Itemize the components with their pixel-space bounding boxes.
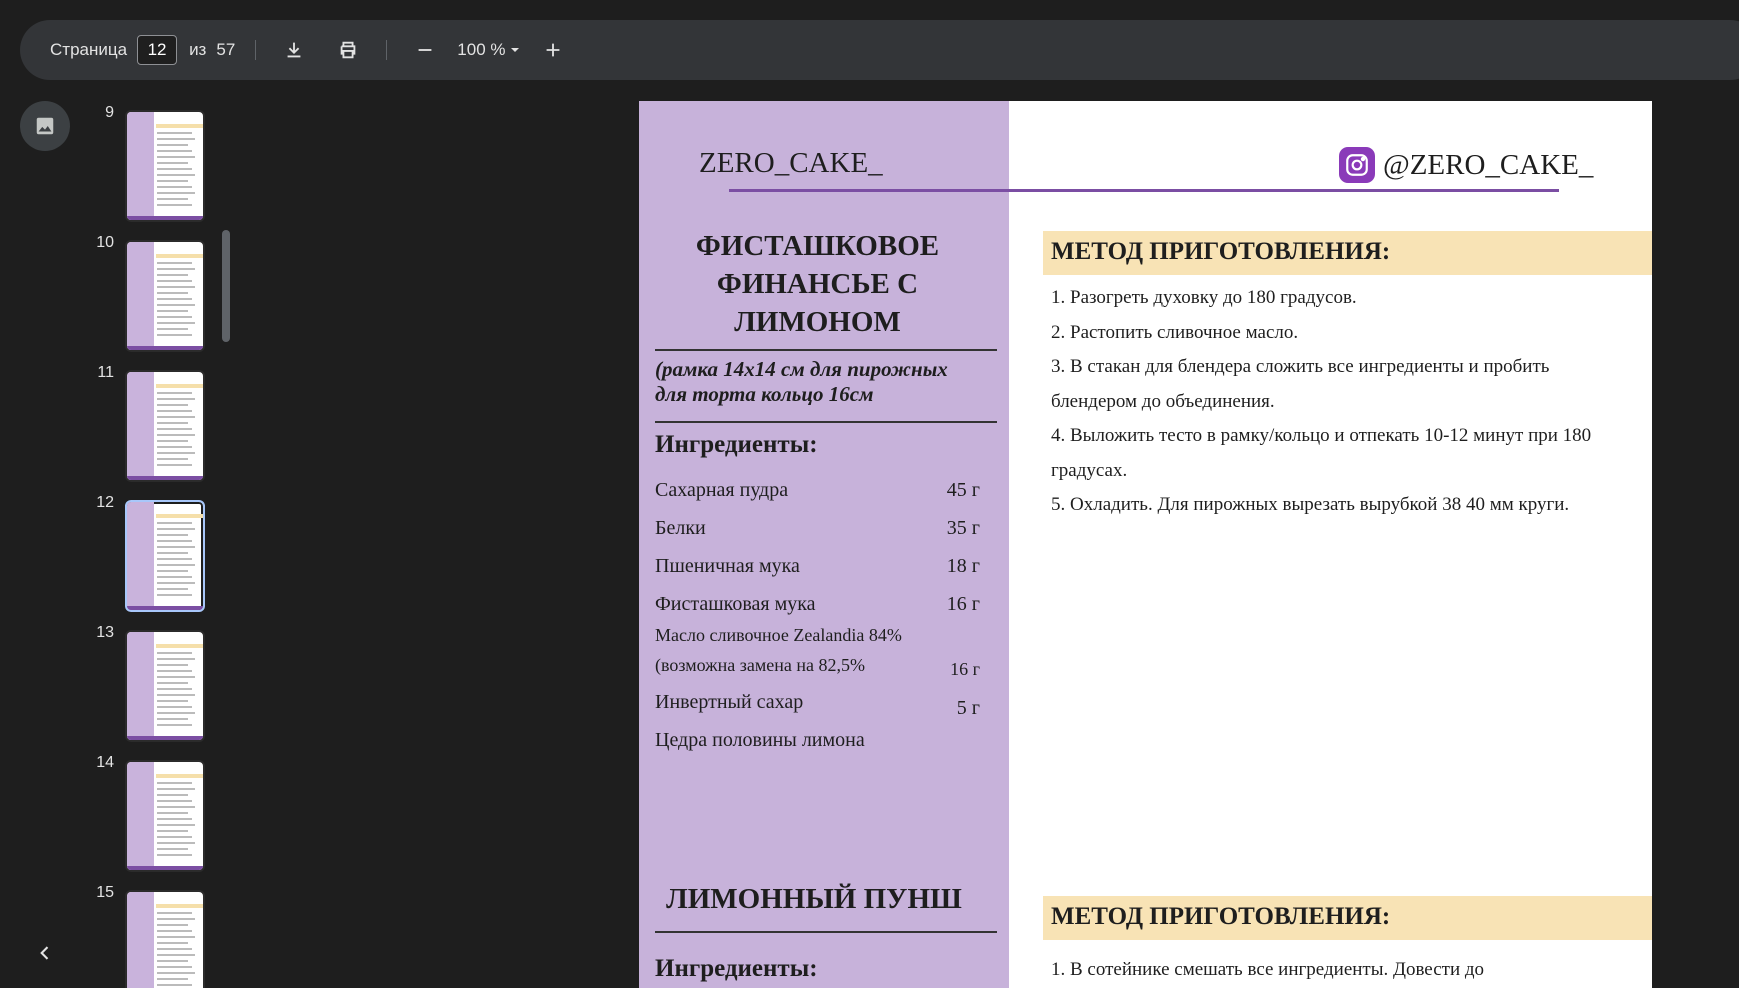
method-step: 3. В стакан для блендера сложить все инг… [1051,356,1550,412]
recipe-subtitle: (рамка 14х14 см для пирожных для торта к… [655,357,995,407]
toolbar-divider [255,40,257,60]
thumbnail-image[interactable] [125,110,205,222]
download-icon [287,42,301,58]
brand-name: ZERO_CAKE_ [699,147,883,179]
method-step: 1. В сотейнике смешать все ингредиенты. … [1051,959,1485,980]
ingredient-name: Инвертный сахар [655,691,804,713]
method-step: 2. Растопить сливочное масло. [1051,321,1299,343]
zoom-in-button[interactable] [535,32,571,68]
ingredient-qty: 18 г [946,555,980,577]
zoom-out-button[interactable] [407,32,443,68]
thumbnail-item[interactable]: 12 [80,490,230,620]
method-heading: МЕТОД ПРИГОТОВЛЕНИЯ: [1051,238,1391,265]
image-icon [36,117,54,135]
thumbnail-item[interactable]: 13 [80,620,230,750]
ingredient-name: Цедра половины лимона [655,729,865,751]
ingredient-qty: 45 г [946,479,980,501]
toolbar-divider [386,40,388,60]
ingredient-name: Пшеничная мука [655,555,800,577]
ingredient-name: Масло сливочное Zealandia 84% [655,625,902,645]
caret-down-icon [511,48,520,52]
ingredient-qty: 16 г [946,593,980,615]
thumbnail-view-button[interactable] [20,101,70,151]
ingredient-name: Фисташковая мука [655,593,816,615]
ingredient-row: Масло сливочное Zealandia 84% [655,625,980,646]
header-divider [729,189,1559,192]
thumbnail-item[interactable]: 14 [80,750,230,880]
thumbnail-page-number: 9 [105,104,114,121]
thumbnail-page-number: 14 [96,754,114,771]
print-icon [340,41,356,59]
instagram-icon [1339,147,1375,183]
recipe2-method-heading: МЕТОД ПРИГОТОВЛЕНИЯ: [1051,903,1391,930]
thumbnail-image[interactable] [125,500,205,612]
thumbnail-page-number: 11 [97,364,114,381]
instagram-handle-block: @ZERO_CAKE_ [1339,147,1593,183]
ingredient-row: Цедра половины лимона [655,729,980,752]
page-number-input[interactable]: 12 [137,35,178,65]
recipe-subtitle-line: для торта кольцо 16см [655,382,874,406]
thumbnail-image[interactable] [125,370,205,482]
page-total: 57 [216,40,236,59]
thumbnail-image[interactable] [125,890,205,988]
ingredient-qty: 5 г [956,697,980,719]
recipe-title-line: ФИНАНСЬЕ С [716,268,919,300]
thumbnail-image[interactable] [125,760,205,872]
page-label: Страница [50,40,128,59]
print-button[interactable] [330,32,366,68]
thumbnail-list: 9 10 11 12 13 14 15 [80,100,230,988]
pdf-toolbar: Страница 12 из 57 100 % [20,20,1739,80]
ingredient-row: Белки 35 г [655,517,980,540]
method-step: 4. Выложить тесто в рамку/кольцо и отпек… [1051,425,1592,481]
recipe2-ingredients-heading: Ингредиенты: [655,955,818,982]
recipe-subtitle-line: (рамка 14х14 см для пирожных [655,357,948,381]
zoom-select[interactable]: 100 % [457,40,521,60]
recipe-title-line: ЛИМОНОМ [734,306,901,338]
method-step: 1. Разогреть духовку до 180 градусов. [1051,287,1357,308]
ingredient-row: Пшеничная мука 18 г [655,555,980,578]
recipe2-method-steps: 1. В сотейнике смешать все ингредиенты. … [1051,953,1621,987]
ingredient-row: Сахарная пудра 45 г [655,479,980,502]
recipe-title-line: ФИСТАШКОВОЕ [695,230,940,262]
collapse-sidebar-button[interactable] [20,928,70,978]
ingredients-heading: Ингредиенты: [655,431,818,458]
ingredient-name: Белки [655,517,706,539]
recipe2-title: ЛИМОННЫЙ ПУНШ [666,883,962,915]
divider [655,349,997,351]
chevron-left-icon [40,946,49,960]
thumbnail-page-number: 15 [96,884,114,901]
pdf-page: ZERO_CAKE_ @ZERO_CAKE_ ФИСТАШКОВОЕ ФИНАН… [639,101,1652,988]
thumbnail-page-number: 13 [96,624,114,641]
thumbnail-page-number: 10 [96,234,114,251]
method-steps: 1. Разогреть духовку до 180 градусов. 2. … [1051,281,1621,523]
instagram-handle: @ZERO_CAKE_ [1383,148,1594,181]
download-button[interactable] [276,32,312,68]
thumbnail-page-number: 12 [96,494,114,511]
zoom-value: 100 % [457,40,506,59]
thumbnail-image[interactable] [125,630,205,742]
plus-icon [547,43,560,57]
recipe-title: ФИСТАШКОВОЕ ФИНАНСЬЕ С ЛИМОНОМ [655,227,980,341]
divider [655,931,997,933]
divider [655,421,997,423]
method-step: 5. Охладить. Для пирожных вырезать выруб… [1051,494,1570,515]
ingredient-name: (возможна замена на 82,5% [655,655,865,675]
ingredient-row: Инвертный сахар 5 г [655,691,980,720]
page-of-label: из [189,40,207,59]
ingredient-row: Фисташковая мука 16 г [655,593,980,616]
minus-icon [418,49,432,51]
ingredient-name: Сахарная пудра [655,479,789,501]
thumbnail-image[interactable] [125,240,205,352]
ingredient-qty: 16 г [950,659,980,679]
thumbnail-item[interactable]: 9 [80,100,230,230]
ingredient-row: (возможна замена на 82,5% 16 г [655,655,980,680]
thumbnail-item[interactable]: 11 [80,360,230,490]
thumbnail-item[interactable]: 15 [80,880,230,988]
ingredient-qty: 35 г [946,517,980,539]
thumbnail-item[interactable]: 10 [80,230,230,360]
thumbnail-scrollbar[interactable] [222,230,230,342]
